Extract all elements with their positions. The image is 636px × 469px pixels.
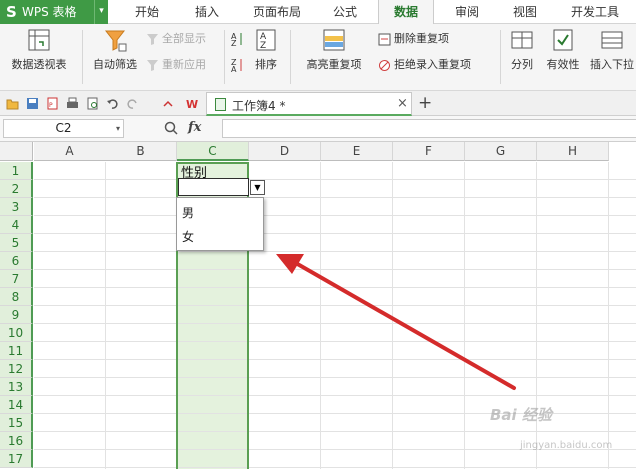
watermark-url: jingyan.baidu.com: [520, 440, 613, 451]
spreadsheet-window: S WPS 表格 ▾ 开始 插入 页面布局 公式 数据 审阅 视图 开发工具 数…: [0, 0, 636, 469]
annotation-arrow: [276, 254, 516, 390]
watermark: Bai 经验: [490, 406, 552, 424]
